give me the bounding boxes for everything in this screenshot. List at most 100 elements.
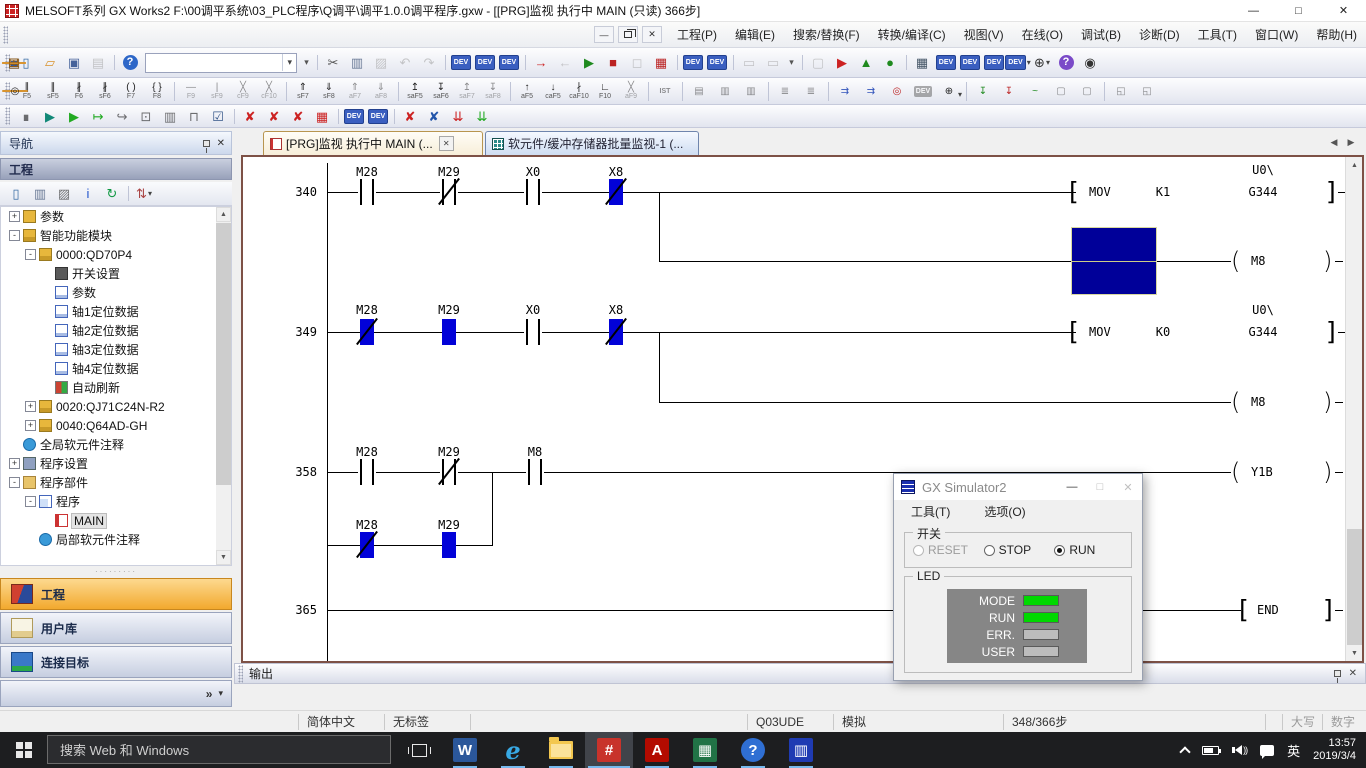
documentation-2[interactable]: ≣ — [798, 79, 824, 104]
menu-item[interactable]: 窗口(W) — [1246, 22, 1307, 47]
run-to-cursor[interactable]: ⊡ — [134, 106, 158, 127]
task-view-button[interactable] — [397, 732, 441, 768]
chevron-down-icon[interactable]: ▾ — [218, 688, 223, 699]
sim-coil-off[interactable]: ✘ — [262, 106, 286, 127]
taskbar-search-input[interactable]: 搜索 Web 和 Windows — [47, 735, 391, 764]
taskbar-clock[interactable]: 13:57 2019/3/4 — [1313, 737, 1356, 763]
tree-expand-box[interactable]: + — [25, 420, 36, 431]
device-test-2[interactable] — [910, 79, 936, 104]
partial-exec-2[interactable]: ◱ — [1134, 79, 1160, 104]
contact-nc[interactable] — [440, 179, 458, 205]
program-check[interactable]: ● — [878, 52, 902, 73]
battery-icon[interactable] — [1202, 746, 1219, 755]
vertical-line[interactable]: | sF9 — [204, 79, 230, 104]
ladder-tool-icon[interactable] — [764, 79, 772, 104]
close-button[interactable]: ✕ — [1114, 474, 1142, 500]
documentation-1[interactable]: ≣ — [772, 79, 798, 104]
horizontal-line[interactable]: — F9 — [178, 79, 204, 104]
tree-expand-box[interactable]: - — [25, 496, 36, 507]
contact-nc[interactable] — [440, 459, 458, 485]
device-comment-edit[interactable]: ⇉ — [832, 79, 858, 104]
ladder-canvas[interactable]: 340 M28 M29 X0 X8 [ MOV K1 U0\ G344 ] — [243, 157, 1345, 661]
falling-pulse[interactable]: ↓ caF5 — [540, 79, 566, 104]
delete-line[interactable]: ╳ aF9 — [618, 79, 644, 104]
menu-item[interactable]: 工具(T) — [1189, 22, 1246, 47]
sim-step-off[interactable]: ✘ — [286, 106, 310, 127]
delete-horizontal-line[interactable]: ╳ cF9 — [230, 79, 256, 104]
ladder-tool-icon[interactable] — [170, 79, 178, 104]
sim-io-3[interactable]: ⇊ — [446, 106, 470, 127]
tree-item[interactable]: 轴3定位数据 — [1, 340, 231, 359]
simulation-start[interactable]: ▶ — [830, 52, 854, 73]
tree-item[interactable]: MAIN — [1, 511, 231, 530]
device-monitor[interactable] — [473, 52, 497, 73]
tree-item[interactable]: + 程序设置 — [1, 454, 231, 473]
close-panel-icon[interactable]: ✕ — [1349, 668, 1357, 679]
function-selector-combobox[interactable] — [145, 53, 297, 73]
menu-item[interactable]: 诊断(D) — [1130, 22, 1189, 47]
pulse-exec[interactable]: ~ — [1022, 79, 1048, 104]
editor-scrollbar[interactable]: ▲ ▼ — [1345, 157, 1362, 661]
device-batch-grid[interactable] — [982, 52, 1006, 73]
help[interactable]: ? — [729, 732, 777, 768]
new-item[interactable]: ▯ — [4, 183, 28, 204]
sim-io-4[interactable]: ⇊ — [470, 106, 494, 127]
tree-scrollbar[interactable]: ▲ ▼ — [216, 207, 231, 565]
maximize-button[interactable]: □ — [1276, 0, 1321, 22]
tab-scroll-left-icon[interactable]: ◀ — [1327, 135, 1341, 149]
contact-nc-energized[interactable] — [609, 319, 623, 345]
find-write[interactable]: ◎ — [884, 79, 910, 104]
pulse-branch-or[interactable]: ↥ saF7 — [454, 79, 480, 104]
monitor-mode-options[interactable]: ▾ — [785, 52, 798, 73]
instruction-device[interactable]: G344 — [1218, 325, 1308, 339]
sim-table-off[interactable]: ▦ — [310, 106, 334, 127]
tree-item[interactable]: + 参数 — [1, 207, 231, 226]
property[interactable]: i — [76, 183, 100, 204]
falling-pulse-or[interactable]: ⇓ aF8 — [368, 79, 394, 104]
contact-nc-energized[interactable] — [609, 179, 623, 205]
menu-item-options[interactable]: 选项(O) — [975, 499, 1034, 524]
device-batch-table[interactable] — [958, 52, 982, 73]
tab-scroll-right-icon[interactable]: ▶ — [1344, 135, 1358, 149]
module-configuration[interactable]: ▦ — [910, 52, 934, 73]
sim-io-1[interactable]: ✘ — [398, 106, 422, 127]
toolbar-icon[interactable] — [729, 52, 737, 73]
rising-pulse[interactable]: ↑ aF5 — [514, 79, 540, 104]
word[interactable]: W — [441, 732, 489, 768]
step-out[interactable]: ↪ — [110, 106, 134, 127]
scan-run-green[interactable]: ↧ — [970, 79, 996, 104]
zoom[interactable]: ⊕ — [1030, 52, 1054, 73]
step-over[interactable]: ↦ — [86, 106, 110, 127]
rising-pulse-or[interactable]: ⇑ aF7 — [342, 79, 368, 104]
gx-simulator-window[interactable]: GX Simulator2 — □ ✕ 工具(T) 选项(O) 开关 RESET — [893, 473, 1143, 681]
menu-item[interactable]: 调试(B) — [1072, 22, 1130, 47]
ladder-check[interactable]: ▲ — [854, 52, 878, 73]
partial-exec-1[interactable]: ◱ — [1108, 79, 1134, 104]
tree-item[interactable]: + 0020:QJ71C24N-R2 — [1, 397, 231, 416]
skip-2[interactable]: ▢ — [1074, 79, 1100, 104]
tab-close-icon[interactable]: ✕ — [439, 136, 454, 151]
step-in[interactable]: ▶ — [62, 106, 86, 127]
contact-no[interactable] — [358, 179, 376, 205]
row-delete[interactable]: ▥ — [738, 79, 764, 104]
tree-item[interactable]: 轴2定位数据 — [1, 321, 231, 340]
paste[interactable]: ▨ — [369, 52, 393, 73]
toolbar-icon[interactable] — [902, 52, 910, 73]
run-pause[interactable]: ▶ — [38, 106, 62, 127]
toolbar-overflow[interactable]: ▾ — [300, 52, 313, 73]
scroll-down-icon[interactable]: ▼ — [1347, 645, 1362, 661]
switch-radio[interactable]: RUN — [1054, 543, 1125, 557]
mdi-minimize-button[interactable]: — — [594, 26, 614, 43]
paste-item[interactable]: ▨ — [52, 183, 76, 204]
contact-nc-energized[interactable] — [360, 319, 374, 345]
simulator-title-bar[interactable]: GX Simulator2 — □ ✕ — [894, 474, 1142, 500]
monitor-start[interactable]: ▶ — [577, 52, 601, 73]
pin-icon[interactable] — [203, 140, 210, 147]
row-insert[interactable]: ▥ — [712, 79, 738, 104]
break-list[interactable]: ▥ — [158, 106, 182, 127]
toolbar-icon[interactable] — [798, 52, 806, 73]
help-lamp[interactable]: ? — [1054, 52, 1078, 73]
ladder-tool-icon[interactable] — [644, 79, 652, 104]
help[interactable]: ? — [118, 52, 142, 73]
close-contact-or[interactable]: ∦ sF6 — [92, 79, 118, 104]
